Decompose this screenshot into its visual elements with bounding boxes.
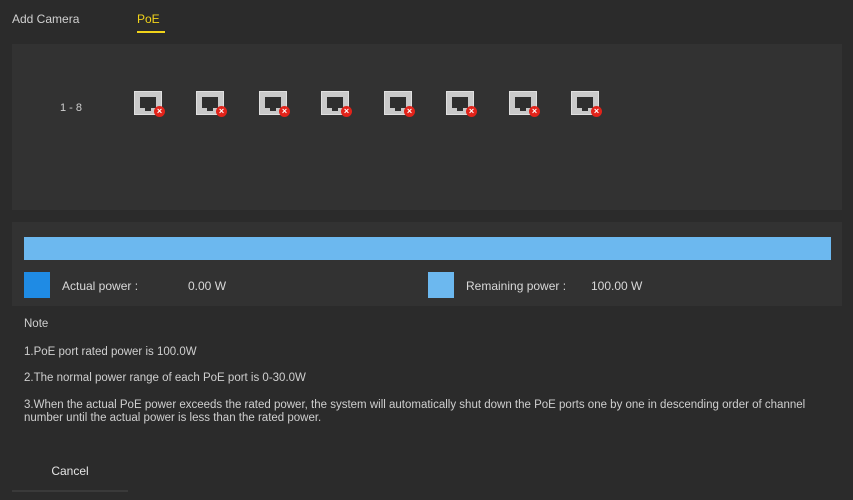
- poe-port-2[interactable]: ×: [196, 91, 227, 119]
- actual-power-value: 0.00 W: [188, 279, 227, 293]
- notes-heading: Note: [24, 318, 49, 330]
- poe-port-1[interactable]: ×: [134, 91, 165, 119]
- remaining-power-value: 100.00 W: [591, 279, 643, 293]
- disconnected-icon: ×: [279, 106, 290, 117]
- actual-power-label: Actual power :: [62, 279, 139, 293]
- cancel-button[interactable]: Cancel: [12, 452, 128, 492]
- tab-add-camera[interactable]: Add Camera: [12, 12, 79, 26]
- disconnected-icon: ×: [591, 106, 602, 117]
- tab-poe[interactable]: PoE: [137, 12, 160, 26]
- disconnected-icon: ×: [341, 106, 352, 117]
- poe-port-6[interactable]: ×: [446, 91, 477, 119]
- disconnected-icon: ×: [216, 106, 227, 117]
- port-range-label: 1 - 8: [60, 102, 83, 114]
- note-line-2: 2.The normal power range of each PoE por…: [24, 372, 306, 384]
- actual-power-swatch: [24, 272, 50, 298]
- poe-port-3[interactable]: ×: [259, 91, 290, 119]
- note-line-1: 1.PoE port rated power is 100.0W: [24, 346, 197, 358]
- remaining-power-swatch: [428, 272, 454, 298]
- active-tab-indicator: [137, 31, 165, 33]
- power-usage-bar: [24, 237, 831, 260]
- disconnected-icon: ×: [529, 106, 540, 117]
- remaining-power-label: Remaining power :: [466, 279, 567, 293]
- disconnected-icon: ×: [466, 106, 477, 117]
- poe-ports-panel: 1 - 8 × × × × × × × ×: [12, 44, 842, 210]
- disconnected-icon: ×: [404, 106, 415, 117]
- note-line-3: 3.When the actual PoE power exceeds the …: [24, 399, 806, 424]
- disconnected-icon: ×: [154, 106, 165, 117]
- power-usage-section: Actual power : 0.00 W Remaining power : …: [12, 222, 842, 306]
- poe-port-8[interactable]: ×: [571, 91, 602, 119]
- tab-bar: Add Camera PoE: [0, 0, 853, 36]
- poe-port-4[interactable]: ×: [321, 91, 352, 119]
- poe-port-5[interactable]: ×: [384, 91, 415, 119]
- poe-port-7[interactable]: ×: [509, 91, 540, 119]
